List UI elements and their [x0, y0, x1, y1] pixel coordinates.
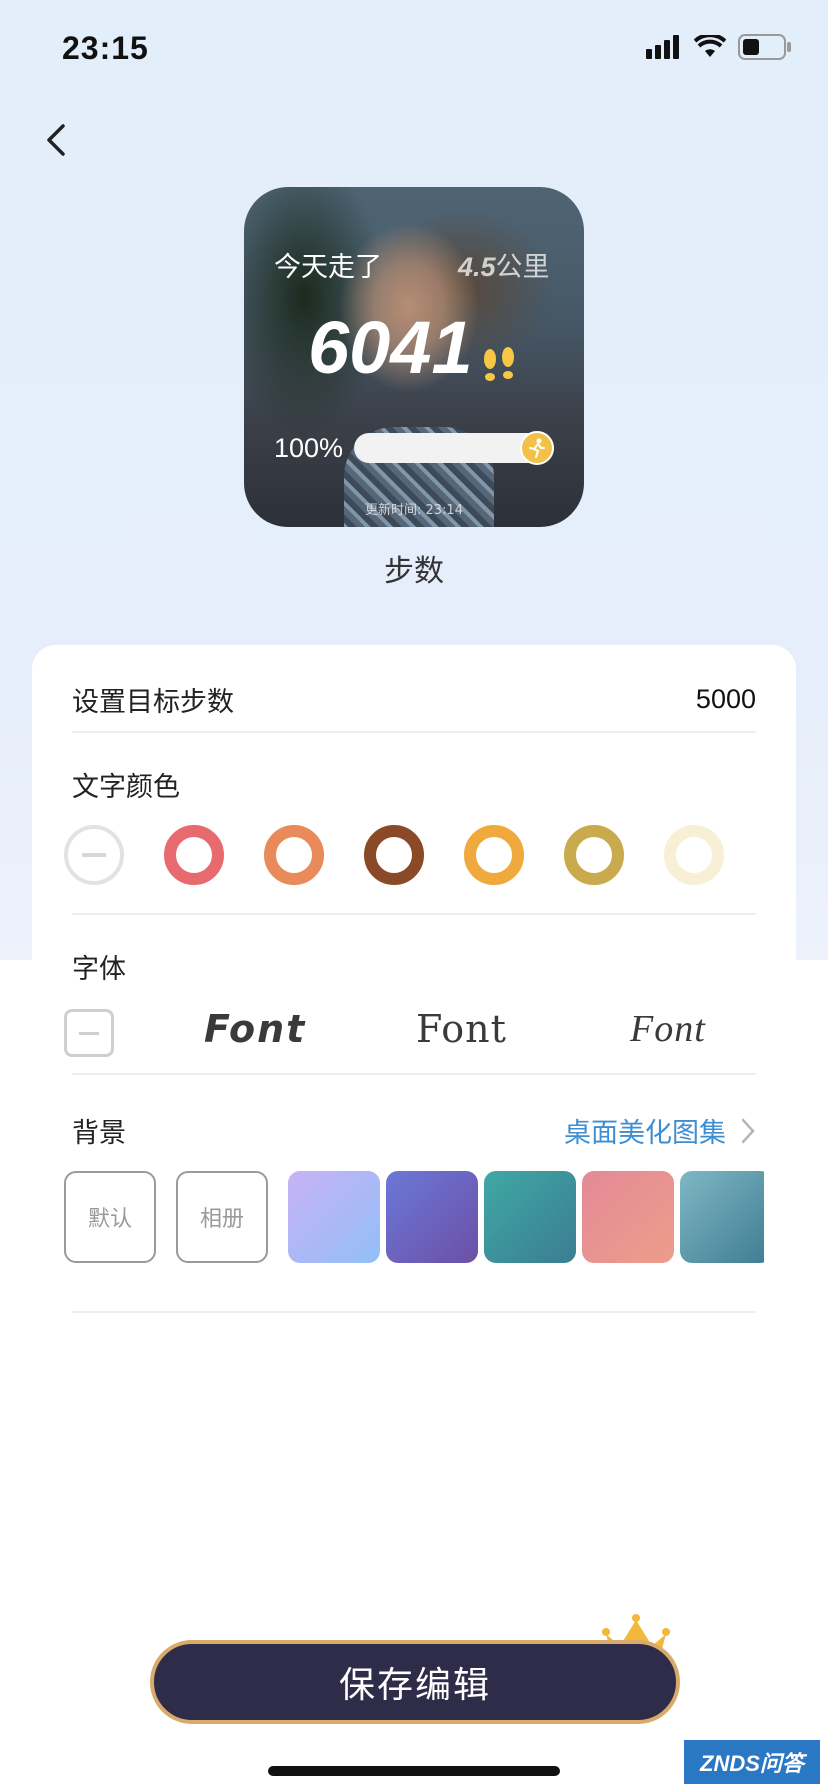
- wallpaper-gallery-label: 桌面美化图集: [564, 1118, 726, 1149]
- font-none-option[interactable]: [64, 1009, 114, 1057]
- step-count: 6041: [308, 306, 473, 389]
- divider: [72, 731, 756, 733]
- status-bar: 23:15: [0, 0, 828, 100]
- battery-icon: [738, 34, 791, 60]
- text-color-options: [64, 825, 724, 885]
- distance: 4.5公里: [458, 245, 550, 284]
- divider: [72, 913, 756, 915]
- update-time: 更新时间: 23:14: [365, 503, 463, 518]
- bg-gradient-option-1[interactable]: [288, 1171, 380, 1263]
- signal-icon: [646, 35, 679, 59]
- color-option-5[interactable]: [564, 825, 624, 885]
- chevron-right-icon: [741, 1118, 755, 1143]
- font-option-rounded[interactable]: Font: [416, 1007, 507, 1051]
- divider: [72, 1073, 756, 1075]
- status-time: 23:15: [62, 30, 149, 66]
- home-indicator: [268, 1766, 560, 1776]
- color-option-3[interactable]: [364, 825, 424, 885]
- step-widget-preview: 今天走了 4.5公里 6041 100% 更新时间: 23:14: [244, 187, 584, 527]
- font-options: Font Font Font: [64, 1001, 764, 1061]
- goal-value[interactable]: 5000: [696, 684, 756, 715]
- footprints-icon: [484, 347, 514, 381]
- color-option-6[interactable]: [664, 825, 724, 885]
- bg-gradient-option-3[interactable]: [484, 1171, 576, 1263]
- background-options: 默认 相册: [64, 1171, 764, 1267]
- chevron-left-icon: [47, 124, 65, 156]
- wifi-icon: [694, 35, 726, 57]
- color-option-1[interactable]: [164, 825, 224, 885]
- progress-percent: 100%: [274, 433, 344, 463]
- bg-gradient-option-2[interactable]: [386, 1171, 478, 1263]
- background-title: 背景: [72, 1118, 126, 1149]
- distance-unit: 公里: [495, 252, 550, 283]
- font-option-bold[interactable]: Font: [204, 1007, 306, 1051]
- save-edit-button[interactable]: 保存编辑: [150, 1640, 680, 1724]
- settings-panel: 设置目标步数 5000 文字颜色 字体 Font Font Font 背景 桌面…: [32, 645, 796, 1792]
- bg-gradient-option-4[interactable]: [582, 1171, 674, 1263]
- walked-label: 今天走了: [274, 252, 382, 283]
- divider: [72, 1311, 756, 1313]
- widget-name: 步数: [384, 554, 444, 589]
- distance-value: 4.5: [458, 252, 496, 282]
- bg-default-button[interactable]: 默认: [64, 1171, 156, 1263]
- bg-gradient-option-5[interactable]: [680, 1171, 764, 1263]
- font-title: 字体: [72, 954, 126, 985]
- color-option-none[interactable]: [64, 825, 124, 885]
- text-color-title: 文字颜色: [72, 772, 180, 803]
- wallpaper-gallery-link[interactable]: 桌面美化图集: [564, 1111, 756, 1150]
- status-icons: [646, 34, 792, 60]
- back-button[interactable]: [36, 118, 80, 162]
- color-option-2[interactable]: [264, 825, 324, 885]
- goal-label: 设置目标步数: [72, 686, 234, 718]
- font-option-script[interactable]: Font: [630, 1007, 706, 1051]
- runner-icon: [520, 431, 554, 465]
- bg-album-button[interactable]: 相册: [176, 1171, 268, 1263]
- watermark: ZNDS问答: [684, 1740, 820, 1784]
- color-option-4[interactable]: [464, 825, 524, 885]
- goal-row[interactable]: 设置目标步数 5000: [72, 667, 756, 731]
